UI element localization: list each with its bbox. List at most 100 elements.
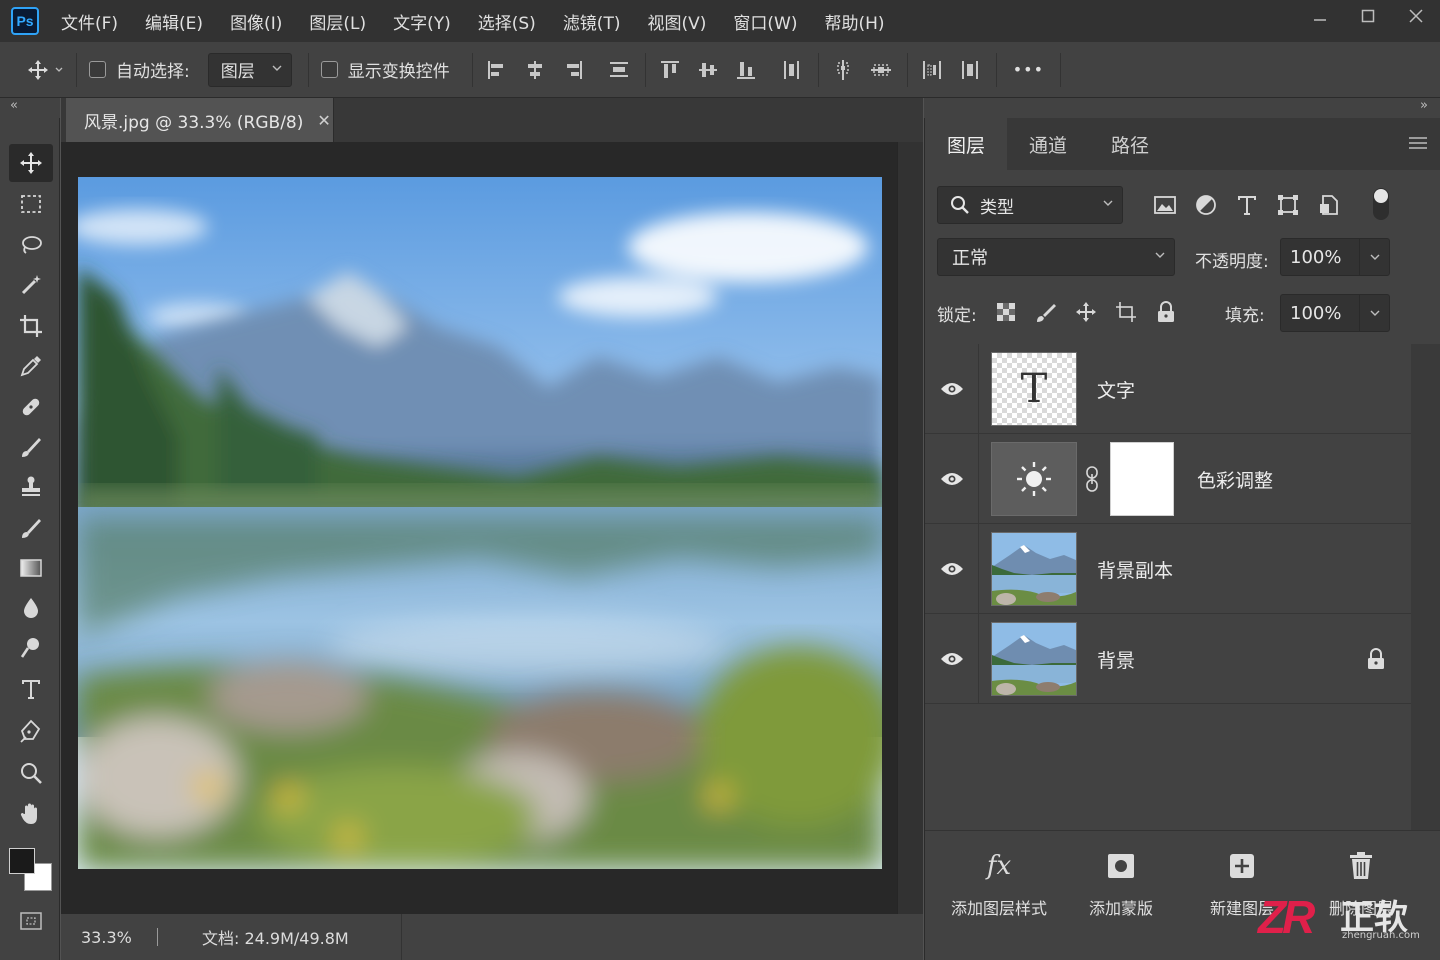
- layer-name[interactable]: 背景副本: [1097, 556, 1173, 583]
- align-hcenter-icon[interactable]: [523, 58, 547, 82]
- distribute-middle-icon[interactable]: [869, 58, 893, 82]
- canvas-vertical-scrollbar[interactable]: [897, 142, 923, 914]
- layer-thumbnail[interactable]: [991, 532, 1077, 606]
- healing-brush-tool[interactable]: [9, 388, 53, 426]
- menu-edit[interactable]: 编辑(E): [145, 9, 203, 34]
- chevron-down-icon[interactable]: [1359, 295, 1389, 331]
- distribute-spacing-h-icon[interactable]: [920, 58, 944, 82]
- marquee-tool[interactable]: [9, 185, 53, 223]
- layer-row-text[interactable]: T 文字: [925, 344, 1411, 434]
- menu-filter[interactable]: 滤镜(T): [563, 9, 621, 34]
- layer-row-background[interactable]: 背景: [925, 614, 1411, 704]
- visibility-toggle[interactable]: [925, 614, 979, 704]
- distribute-spacing-v-icon[interactable]: [958, 58, 982, 82]
- menu-help[interactable]: 帮助(H): [824, 9, 884, 34]
- align-right-icon[interactable]: [561, 58, 585, 82]
- menu-layer[interactable]: 图层(L): [309, 9, 366, 34]
- layer-name[interactable]: 文字: [1097, 376, 1135, 403]
- align-bottom-icon[interactable]: [734, 58, 758, 82]
- opacity-input[interactable]: 100%: [1280, 238, 1390, 276]
- more-options-icon[interactable]: •••: [1013, 60, 1044, 79]
- toolbar-collapse[interactable]: «: [0, 98, 60, 118]
- distribute-top-icon[interactable]: [831, 58, 855, 82]
- add-layer-style-button[interactable]: fx 添加图层样式: [951, 849, 1047, 919]
- magic-wand-tool[interactable]: [9, 266, 53, 304]
- menu-image[interactable]: 图像(I): [230, 9, 282, 34]
- auto-select-dropdown[interactable]: 图层: [207, 52, 292, 87]
- distribute-horizontal-icon[interactable]: [780, 58, 804, 82]
- image-filter-icon[interactable]: [1153, 188, 1177, 222]
- app-logo[interactable]: Ps: [11, 7, 39, 35]
- show-transform-checkbox[interactable]: [320, 61, 338, 78]
- link-icon[interactable]: [1085, 466, 1099, 496]
- dodge-tool[interactable]: [9, 629, 53, 667]
- minimize-icon[interactable]: [1296, 0, 1344, 32]
- history-brush-tool[interactable]: [9, 509, 53, 547]
- visibility-toggle[interactable]: [925, 524, 979, 614]
- lock-artboard-icon[interactable]: [1115, 298, 1137, 326]
- adjustment-filter-icon[interactable]: [1194, 188, 1218, 222]
- menu-file[interactable]: 文件(F): [61, 9, 118, 34]
- align-left-icon[interactable]: [485, 58, 509, 82]
- lock-position-icon[interactable]: [1075, 298, 1097, 326]
- visibility-toggle[interactable]: [925, 344, 979, 434]
- distribute-vertical-icon[interactable]: [607, 58, 631, 82]
- hand-tool[interactable]: [9, 795, 53, 833]
- panel-collapse[interactable]: »: [924, 98, 1440, 118]
- zoom-level[interactable]: 33.3%: [81, 928, 157, 947]
- eyedropper-tool[interactable]: [9, 347, 53, 385]
- tab-layers[interactable]: 图层: [925, 118, 1007, 170]
- color-swatches[interactable]: [8, 846, 54, 894]
- align-top-icon[interactable]: [658, 58, 682, 82]
- canvas-image[interactable]: [78, 177, 882, 869]
- zoom-tool[interactable]: [9, 754, 53, 792]
- quick-mask-tool[interactable]: [9, 902, 53, 940]
- chevron-down-icon[interactable]: [1359, 239, 1389, 275]
- lasso-tool[interactable]: [9, 226, 53, 264]
- close-icon[interactable]: [1392, 0, 1440, 32]
- visibility-toggle[interactable]: [925, 434, 979, 524]
- layer-row-background-copy[interactable]: 背景副本: [925, 524, 1411, 614]
- auto-select-checkbox[interactable]: [89, 61, 106, 78]
- layers-scrollbar[interactable]: [1411, 344, 1440, 832]
- layer-name[interactable]: 色彩调整: [1197, 466, 1273, 493]
- menu-select[interactable]: 选择(S): [478, 9, 536, 34]
- mask-thumbnail[interactable]: [1110, 442, 1174, 516]
- lock-transparency-icon[interactable]: [995, 298, 1017, 326]
- menu-window[interactable]: 窗口(W): [733, 9, 797, 34]
- tab-channels[interactable]: 通道: [1007, 118, 1089, 170]
- menu-type[interactable]: 文字(Y): [393, 9, 451, 34]
- type-tool[interactable]: [9, 670, 53, 708]
- layer-name[interactable]: 背景: [1097, 646, 1135, 673]
- tool-preset-picker[interactable]: [26, 58, 64, 82]
- fill-input[interactable]: 100%: [1280, 294, 1390, 332]
- layer-thumbnail[interactable]: [991, 622, 1077, 696]
- lock-all-icon[interactable]: [1155, 298, 1177, 326]
- shape-filter-icon[interactable]: [1276, 188, 1300, 222]
- type-filter-icon[interactable]: [1235, 188, 1259, 222]
- layer-thumbnail[interactable]: T: [991, 352, 1077, 426]
- menu-view[interactable]: 视图(V): [647, 9, 706, 34]
- panel-menu-icon[interactable]: [1408, 134, 1428, 155]
- filter-toggle[interactable]: [1373, 188, 1389, 220]
- close-tab-icon[interactable]: ✕: [317, 111, 330, 130]
- brush-tool[interactable]: [9, 428, 53, 466]
- layer-filter-dropdown[interactable]: 类型: [937, 186, 1123, 224]
- move-tool[interactable]: [9, 144, 53, 182]
- crop-tool[interactable]: [9, 307, 53, 345]
- adjustment-thumbnail[interactable]: [991, 442, 1077, 516]
- gradient-tool[interactable]: [9, 549, 53, 587]
- layer-row-adjustment[interactable]: 色彩调整: [925, 434, 1411, 524]
- smart-object-filter-icon[interactable]: [1317, 188, 1341, 222]
- lock-pixels-icon[interactable]: [1035, 298, 1057, 326]
- blend-mode-dropdown[interactable]: 正常: [937, 238, 1175, 276]
- align-vcenter-icon[interactable]: [696, 58, 720, 82]
- tab-paths[interactable]: 路径: [1089, 118, 1171, 170]
- foreground-color-swatch[interactable]: [9, 848, 35, 874]
- document-tab[interactable]: 风景.jpg @ 33.3% (RGB/8) ✕: [66, 98, 334, 142]
- add-mask-button[interactable]: 添加蒙版: [1089, 849, 1153, 919]
- blur-tool[interactable]: [9, 589, 53, 627]
- pen-tool[interactable]: [9, 712, 53, 750]
- clone-stamp-tool[interactable]: [9, 468, 53, 506]
- maximize-icon[interactable]: [1344, 0, 1392, 32]
